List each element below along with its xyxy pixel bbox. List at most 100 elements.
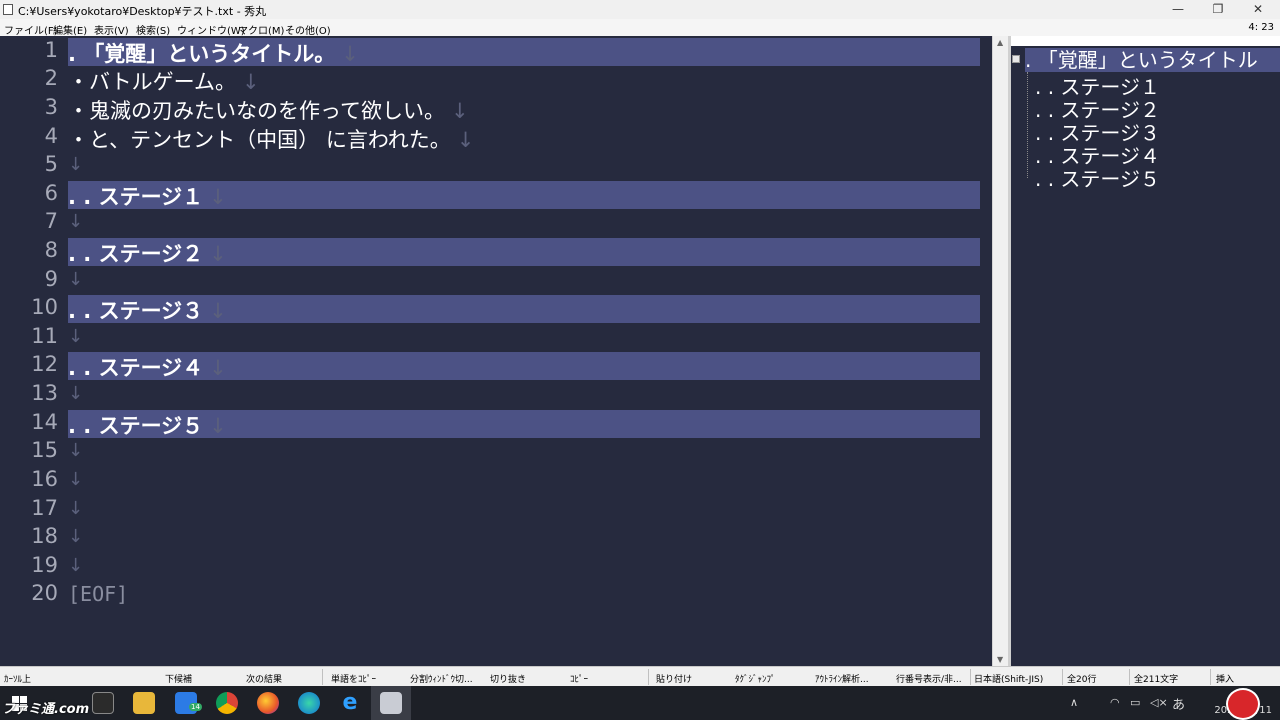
terminal-icon[interactable] — [92, 692, 114, 714]
newline-mark: ↓ — [209, 242, 227, 266]
editor-line: . . ステージ５ ↓ — [68, 410, 227, 440]
fkey-copy[interactable]: ｺﾋﾟｰ — [570, 672, 588, 685]
menu-file[interactable]: ファイル(F) — [4, 22, 58, 37]
line-number: 2 — [44, 66, 58, 90]
outline-item[interactable]: . . ステージ５ — [1035, 163, 1160, 192]
newline-mark: ↓ — [68, 440, 84, 461]
line-number: 5 — [44, 152, 58, 176]
newline-mark: ↓ — [209, 414, 227, 438]
menu-edit[interactable]: 編集(E) — [53, 22, 87, 37]
menu-other[interactable]: その他(O) — [285, 22, 331, 37]
fkey-cursor-up[interactable]: ｶｰｿﾙ上 — [4, 672, 31, 685]
edge-icon[interactable] — [298, 692, 320, 714]
firefox-icon[interactable] — [257, 692, 279, 714]
line-number: 1 — [44, 38, 58, 62]
separator — [970, 669, 971, 685]
scroll-down-icon[interactable]: ▼ — [997, 655, 1003, 664]
text-editor[interactable]: 1 2 3 4 5 6 7 8 9 10 11 12 13 14 15 16 1… — [0, 36, 992, 666]
wifi-icon[interactable]: ◠ — [1110, 696, 1120, 709]
line-number: 20 — [31, 581, 58, 605]
separator — [1062, 669, 1063, 685]
newline-mark: ↓ — [68, 469, 84, 490]
editor-scrollbar[interactable]: ▲ ▼ — [992, 36, 1008, 666]
title-bar: C:¥Users¥yokotaro¥Desktop¥テスト.txt - 秀丸 —… — [0, 0, 1280, 19]
chrome-icon[interactable] — [216, 692, 238, 714]
collapse-icon[interactable] — [1012, 55, 1020, 63]
folder-icon[interactable] — [133, 692, 155, 714]
line-number: 11 — [31, 324, 58, 348]
hidemaru-icon[interactable] — [380, 692, 402, 714]
line-text: ・と、テンセント（中国） に言われた。 — [68, 128, 451, 152]
line-number: 7 — [44, 209, 58, 233]
fkey-tag-jump[interactable]: ﾀｸﾞｼﾞｬﾝﾌﾟ — [735, 672, 776, 685]
newline-mark: ↓ — [456, 128, 475, 152]
line-count: 全20行 — [1067, 675, 1097, 685]
line-number: 4 — [44, 124, 58, 148]
line-number: 9 — [44, 267, 58, 291]
separator — [648, 669, 649, 685]
ime-indicator[interactable]: あ — [1172, 694, 1185, 713]
separator — [1129, 669, 1130, 685]
ie-icon[interactable]: e — [339, 692, 361, 714]
newline-mark: ↓ — [68, 326, 84, 347]
char-count: 全211文字 — [1134, 675, 1179, 685]
newline-mark: ↓ — [68, 383, 84, 404]
encoding-indicator[interactable]: 日本語(Shift-JIS) — [974, 672, 1043, 685]
editor-line: . 「覚醒」というタイトル。 ↓ — [68, 38, 359, 68]
line-number: 8 — [44, 238, 58, 262]
tray-chevron-icon[interactable]: ∧ — [1070, 696, 1078, 709]
line-number: 13 — [31, 381, 58, 405]
notification-badge: 14 — [189, 703, 202, 711]
tree-line — [1027, 72, 1028, 178]
line-number: 19 — [31, 553, 58, 577]
menu-bar: ファイル(F) 編集(E) 表示(V) 検索(S) ウィンドウ(W) マクロ(M… — [0, 19, 1280, 37]
editor-line: . . ステージ１ ↓ — [68, 181, 227, 211]
window-title: C:¥Users¥yokotaro¥Desktop¥テスト.txt - 秀丸 — [18, 5, 267, 18]
newline-mark: ↓ — [68, 526, 84, 547]
fkey-cut[interactable]: 切り抜き — [490, 672, 526, 685]
line-number: 14 — [31, 410, 58, 434]
close-button[interactable]: ✕ — [1238, 0, 1278, 19]
line-text: . . ステージ３ — [68, 299, 204, 323]
fkey-paste[interactable]: 貼り付け — [656, 672, 692, 685]
newline-mark: ↓ — [242, 70, 260, 94]
insert-mode[interactable]: 挿入 — [1216, 672, 1234, 685]
line-number: 6 — [44, 181, 58, 205]
newline-mark: ↓ — [68, 498, 84, 519]
fkey-next-candidate[interactable]: 下候補 — [165, 672, 192, 685]
menu-macro[interactable]: マクロ(M) — [238, 22, 284, 37]
minimize-button[interactable]: — — [1158, 0, 1198, 19]
line-number: 15 — [31, 438, 58, 462]
eof-marker: [EOF] — [68, 582, 129, 606]
fkey-outline[interactable]: ｱｳﾄﾗｲﾝ解析... — [815, 672, 869, 685]
menu-window[interactable]: ウィンドウ(W) — [177, 22, 245, 37]
outline-root[interactable]: . 「覚醒」というタイトル — [1025, 48, 1280, 72]
maximize-button[interactable]: ❐ — [1198, 0, 1238, 19]
scroll-up-icon[interactable]: ▲ — [997, 38, 1003, 47]
line-text: . . ステージ５ — [68, 414, 204, 438]
fkey-line-numbers[interactable]: 行番号表示/非... — [896, 672, 962, 685]
line-text: . 「覚醒」というタイトル。 — [68, 42, 336, 66]
line-number: 10 — [31, 295, 58, 319]
battery-icon[interactable]: ▭ — [1130, 696, 1140, 709]
line-number: 18 — [31, 524, 58, 548]
newline-mark: ↓ — [68, 211, 84, 232]
newline-mark: ↓ — [450, 99, 469, 123]
separator — [1210, 669, 1211, 685]
fkey-copy-word[interactable]: 単語をｺﾋﾟｰ — [331, 672, 376, 685]
fkey-next-result[interactable]: 次の結果 — [246, 672, 282, 685]
line-text: . . ステージ４ — [68, 356, 204, 380]
editor-line: . . ステージ２ ↓ — [68, 238, 227, 268]
menu-search[interactable]: 検索(S) — [136, 22, 170, 37]
menu-view[interactable]: 表示(V) — [94, 22, 129, 37]
volume-icon[interactable]: ◁× — [1150, 696, 1168, 709]
fkey-split-window[interactable]: 分割ｳｨﾝﾄﾞｳ切... — [410, 672, 473, 685]
line-text: . . ステージ２ — [68, 242, 204, 266]
newline-mark: ↓ — [68, 269, 84, 290]
line-text: ・バトルゲーム。 — [68, 70, 236, 94]
separator — [322, 669, 323, 685]
function-key-bar: ｶｰｿﾙ上 下候補 次の結果 単語をｺﾋﾟｰ 分割ｳｨﾝﾄﾞｳ切... 切り抜き… — [0, 666, 1280, 686]
cursor-position: 4: 23 — [1248, 22, 1274, 33]
app-icon — [3, 4, 13, 15]
line-text: . . ステージ１ — [68, 185, 204, 209]
